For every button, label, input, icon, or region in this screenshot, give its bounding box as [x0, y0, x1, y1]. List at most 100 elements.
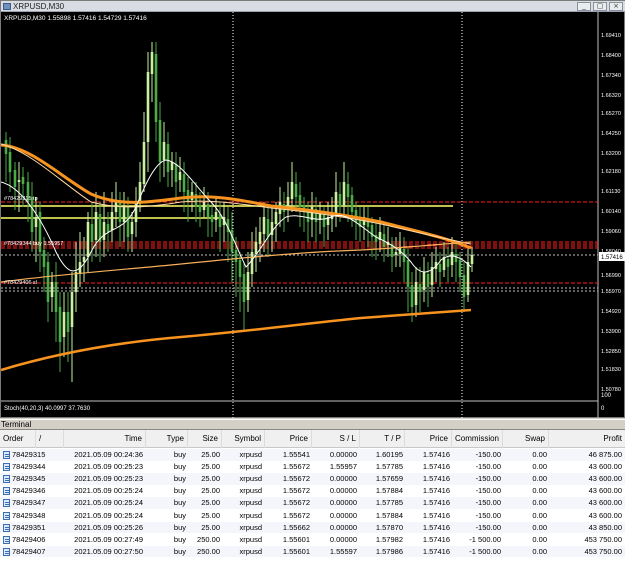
candle-body [414, 282, 418, 305]
price-tick-label: 1.65270 [601, 111, 621, 117]
close-icon[interactable]: × [609, 2, 623, 11]
candle-body [254, 242, 258, 254]
candle-body [214, 212, 218, 220]
price-tick-label: 1.68400 [601, 53, 621, 59]
minimize-icon[interactable]: _ [577, 2, 591, 11]
order-icon [3, 535, 10, 544]
candle-body [66, 312, 70, 332]
take-profit: 1.57982 [375, 534, 403, 544]
candle-body [342, 182, 346, 205]
table-row[interactable]: 78429348 2021.05.09 00:25:24 buy 25.00 xrpus… [0, 509, 625, 521]
col-price-current[interactable]: Price [405, 430, 452, 448]
candle-body [418, 284, 422, 292]
candle-body [146, 72, 150, 142]
order-size: 25.00 [201, 498, 220, 508]
stop-loss: 0.00000 [329, 510, 357, 520]
col-price-open[interactable]: Price [265, 430, 312, 448]
col-sl[interactable]: S / L [312, 430, 360, 448]
order-symbol: xrpusd [239, 462, 262, 472]
candle-body [238, 260, 242, 277]
candle-body [62, 312, 66, 337]
candle-body [86, 222, 90, 257]
col-tp[interactable]: T / P [360, 430, 405, 448]
take-profit: 1.57785 [375, 498, 403, 508]
maximize-icon[interactable]: ▢ [593, 2, 607, 11]
price-chart[interactable]: XRPUSD,M30 1.55898 1.57416 1.54729 1.574… [1, 12, 625, 418]
table-row[interactable]: 78429344 2021.05.09 00:25:23 buy 25.00 xrpus… [0, 461, 625, 473]
candle-body [94, 212, 98, 240]
commission: -150.00 [475, 486, 501, 496]
candle-body [462, 275, 466, 297]
col-sort[interactable]: / [36, 430, 64, 448]
price-tick-label: 1.51830 [601, 367, 621, 373]
swap: 0.00 [532, 546, 547, 556]
trading-window: XRPUSD,M30 _ ▢ × XRPUSD,M30 1.55898 1.57… [0, 0, 625, 561]
candle-body [126, 207, 130, 237]
current-price: 1.57416 [422, 498, 450, 508]
col-time[interactable]: Time [64, 430, 146, 448]
col-type[interactable]: Type [146, 430, 188, 448]
profit: 43 600.00 [588, 510, 622, 520]
candle-body [422, 272, 426, 290]
order-type: buy [173, 498, 186, 508]
col-profit[interactable]: Profit [549, 430, 625, 448]
table-row[interactable]: 78429406 2021.05.09 00:27:49 buy 250.00 xrpu… [0, 533, 625, 546]
col-swap[interactable]: Swap [503, 430, 549, 448]
order-icon [3, 451, 10, 459]
open-time: 2021.05.09 00:25:24 [74, 486, 143, 496]
commission: -150.00 [475, 450, 501, 459]
candle-body [262, 217, 266, 234]
price-tick-label: 1.56990 [601, 273, 621, 279]
stoch-axis-high: 100 [601, 393, 612, 399]
order-symbol: xrpusd [239, 474, 262, 484]
order-id: 78429351 [12, 522, 46, 532]
commission: -1 500.00 [469, 534, 501, 544]
current-price: 1.57416 [422, 522, 450, 532]
order-size: 25.00 [201, 522, 220, 532]
take-profit: 1.57884 [375, 486, 403, 496]
open-price: 1.55601 [282, 546, 310, 556]
open-time: 2021.05.09 00:27:49 [74, 534, 143, 544]
terminal-tab[interactable]: Terminal [0, 419, 625, 430]
candle-body [458, 260, 462, 277]
order-type: buy [173, 486, 186, 496]
table-row[interactable]: 78429346 2021.05.09 00:25:24 buy 25.00 xrpus… [0, 485, 625, 497]
price-tick-label: 1.60140 [601, 209, 621, 215]
current-price-text: 1.57416 [601, 255, 623, 261]
candle-body [290, 182, 294, 199]
candle-body [350, 195, 354, 212]
orders-table[interactable]: Order / Time Type Size Symbol Price S / … [0, 430, 625, 561]
swap: 0.00 [532, 534, 547, 544]
profit: 43 850.00 [588, 522, 622, 532]
col-order[interactable]: Order [0, 430, 36, 448]
table-row[interactable]: 78429351 2021.05.09 00:25:26 buy 25.00 xrpus… [0, 521, 625, 534]
order-line-label: #78429344 buy 1.55957 [4, 241, 63, 247]
table-row[interactable]: 78429315 2021.05.09 00:24:36 buy 25.00 xrpus… [0, 449, 625, 461]
profit: 43 600.00 [588, 498, 622, 508]
stop-loss: 0.00000 [329, 534, 357, 544]
take-profit: 1.57986 [375, 546, 403, 556]
candle-body [298, 195, 302, 207]
chart-titlebar[interactable]: XRPUSD,M30 _ ▢ × [1, 1, 625, 12]
col-symbol[interactable]: Symbol [222, 430, 265, 448]
open-time: 2021.05.09 00:25:23 [74, 474, 143, 484]
table-row[interactable]: 78429407 2021.05.09 00:27:50 buy 250.00 xrpu… [0, 545, 625, 558]
profit: 453 750.00 [584, 546, 622, 556]
candle-body [250, 252, 254, 274]
candle-body [438, 264, 442, 272]
col-size[interactable]: Size [188, 430, 222, 448]
order-size: 25.00 [201, 450, 220, 459]
candle-body [17, 180, 21, 182]
table-row[interactable]: 78429347 2021.05.09 00:25:24 buy 25.00 xrpus… [0, 497, 625, 509]
candle-body [42, 250, 46, 267]
order-symbol: xrpusd [239, 522, 262, 532]
candle-body [34, 217, 38, 227]
chart-window[interactable]: XRPUSD,M30 _ ▢ × XRPUSD,M30 1.55898 1.57… [0, 0, 625, 418]
candle-body [70, 292, 74, 327]
candle-body [162, 142, 166, 160]
col-commission[interactable]: Commission [452, 430, 503, 448]
profit: 46 875.00 [588, 450, 622, 459]
candle-body [50, 282, 54, 297]
table-row[interactable]: 78429345 2021.05.09 00:25:23 buy 25.00 xrpus… [0, 473, 625, 485]
take-profit: 1.57884 [375, 510, 403, 520]
